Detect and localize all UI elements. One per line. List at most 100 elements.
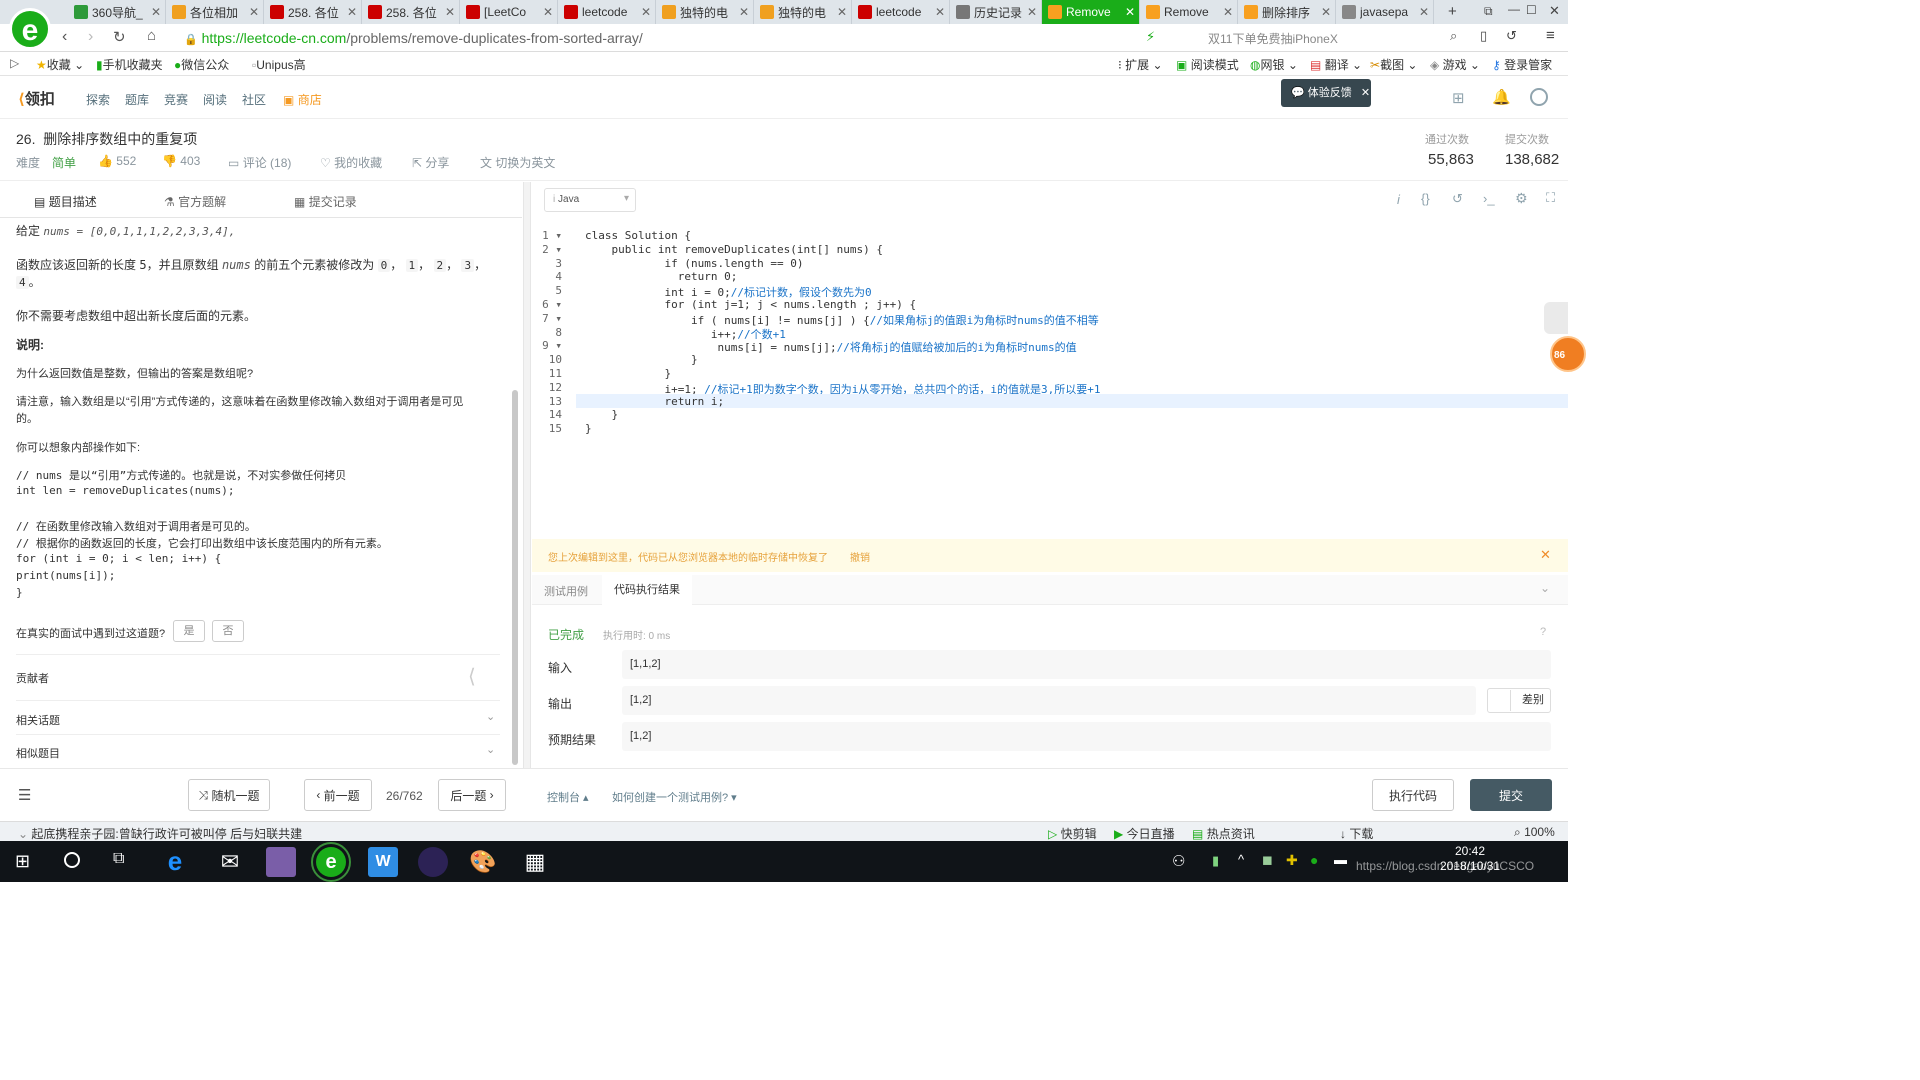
close-window-icon[interactable]: ✕ [1549, 3, 1560, 19]
tray-icon-3[interactable]: ● [1310, 852, 1318, 868]
status-quick-clip[interactable]: ▷ 快剪辑 [1048, 825, 1097, 842]
toolbar-screenshot[interactable]: ✂截图 ⌄ [1370, 56, 1417, 73]
task-view-icon[interactable]: ⧉ [113, 850, 124, 868]
mail-icon[interactable]: ✉ [215, 847, 245, 877]
tab-close-icon[interactable]: ✕ [933, 5, 947, 19]
prev-button[interactable]: ‹ 前一题 [304, 779, 372, 811]
nav-store[interactable]: ▣ 商店 [283, 91, 322, 108]
undo-link[interactable]: 撤销 [850, 549, 870, 564]
status-download[interactable]: ↓ 下载 [1340, 825, 1373, 842]
nav-explore[interactable]: 探索 [86, 91, 110, 108]
reload-icon[interactable]: ↻ [113, 28, 126, 46]
avatar-icon[interactable] [1530, 88, 1548, 106]
tab-close-icon[interactable]: ✕ [1417, 5, 1431, 19]
submit-button[interactable]: 提交 [1470, 779, 1552, 811]
browser-tab[interactable]: 历史记录 ✕ [950, 0, 1042, 24]
news-ticker[interactable]: ⌄ 起底携程亲子园:曾缺行政许可被叫停 后与妇联共建 [18, 825, 302, 842]
like-button[interactable]: 👍 552 [98, 154, 136, 168]
playground-icon[interactable]: ⊞ [1452, 89, 1465, 107]
code-line[interactable]: } [585, 422, 592, 435]
tab-description[interactable]: ▤ 题目描述 [34, 193, 97, 210]
browser-tab[interactable]: 360导航_ ✕ [68, 0, 166, 24]
restore-icon[interactable]: ⧉ [1484, 4, 1493, 19]
collapse-icon[interactable]: ⌄ [1540, 581, 1550, 595]
diff-toggle[interactable]: 差别 [1487, 688, 1551, 713]
panel-splitter[interactable] [523, 182, 531, 768]
console-toggle[interactable]: 控制台 ▴ [547, 789, 589, 805]
tray-icon-4[interactable]: ▬ [1334, 852, 1347, 867]
tab-close-icon[interactable]: ✕ [541, 5, 555, 19]
related-topics[interactable]: 相关话题 [16, 712, 60, 728]
tab-close-icon[interactable]: ✕ [1025, 5, 1039, 19]
tab-close-icon[interactable]: ✕ [1123, 5, 1137, 19]
yes-button[interactable]: 是 [173, 620, 205, 642]
nav-contest[interactable]: 竞赛 [164, 91, 188, 108]
paint-icon[interactable]: 🎨 [468, 847, 498, 877]
close-icon[interactable]: ✕ [1540, 547, 1551, 563]
browser-tab[interactable]: javasepa ✕ [1336, 0, 1434, 24]
maximize-icon[interactable]: ☐ [1526, 3, 1537, 17]
close-icon[interactable]: ✕ [1361, 87, 1370, 99]
fullscreen-icon[interactable]: ⛶ [1546, 190, 1555, 206]
browser-tab[interactable]: 独特的电 ✕ [754, 0, 852, 24]
browser-tab[interactable]: leetcode ✕ [852, 0, 950, 24]
status-zoom[interactable]: ⌕ 100% [1514, 825, 1555, 840]
browser-tab[interactable]: 258. 各位 ✕ [362, 0, 460, 24]
tray-icon-1[interactable]: ◼ [1262, 852, 1273, 868]
browser-tab[interactable]: Remove ✕ [1042, 0, 1140, 24]
person-icon[interactable]: ⚇ [1172, 852, 1185, 870]
url-field[interactable]: 🔒 https://leetcode-cn.com/problems/remov… [180, 27, 1140, 49]
toolbar-extensions[interactable]: ⁝ 扩展 ⌄ [1118, 56, 1163, 73]
toolbar-translate[interactable]: ▤ 翻译 ⌄ [1310, 56, 1362, 73]
next-button[interactable]: 后一题 › [438, 779, 506, 811]
lightning-icon[interactable]: ⚡ [1146, 29, 1155, 45]
browser-tab[interactable]: 独特的电 ✕ [656, 0, 754, 24]
video-editor-icon[interactable]: ▦ [520, 847, 550, 877]
side-widget[interactable] [1544, 302, 1568, 334]
code-editor[interactable]: 1 ▾ class Solution {2 ▾ public int remove… [532, 218, 1586, 536]
tab-close-icon[interactable]: ✕ [443, 5, 457, 19]
tab-close-icon[interactable]: ✕ [1319, 5, 1333, 19]
code-line[interactable]: return 0; [585, 270, 738, 283]
tab-testcase[interactable]: 测试用例 [544, 583, 588, 599]
tab-close-icon[interactable]: ✕ [149, 5, 163, 19]
toolbar-reading-mode[interactable]: ▣ 阅读模式 [1176, 56, 1239, 73]
tray-battery-icon[interactable]: ▮ [1212, 853, 1219, 869]
search-icon[interactable]: ⌕ [1450, 28, 1457, 44]
tab-close-icon[interactable]: ✕ [737, 5, 751, 19]
tab-close-icon[interactable]: ✕ [1221, 5, 1235, 19]
tray-icon-2[interactable]: ✚ [1286, 852, 1298, 869]
float-badge[interactable]: 86 [1550, 336, 1586, 372]
undo-icon[interactable]: ↺ [1506, 28, 1517, 44]
code-line[interactable]: if (nums.length == 0) [585, 257, 803, 270]
eclipse-icon[interactable] [418, 847, 448, 877]
back-icon[interactable]: ‹ [62, 28, 67, 46]
toolbar-games[interactable]: ◈ 游戏 ⌄ [1430, 56, 1480, 73]
ie-icon[interactable]: e [160, 847, 190, 877]
status-live[interactable]: ▶ 今日直播 [1114, 825, 1175, 842]
settings-icon[interactable]: ⚙ [1515, 190, 1528, 207]
help-icon[interactable]: ? [1540, 626, 1546, 638]
menu-icon[interactable]: ≡ [1546, 27, 1555, 44]
forward-icon[interactable]: › [88, 28, 93, 46]
reset-icon[interactable]: ↺ [1452, 191, 1463, 207]
code-line[interactable]: } [585, 408, 618, 421]
browser-tab[interactable]: Remove ✕ [1140, 0, 1238, 24]
browser-360-icon[interactable]: e [311, 842, 351, 882]
favorite-button[interactable]: ♡ 我的收藏 [320, 154, 382, 171]
status-hot-news[interactable]: ▤ 热点资讯 [1192, 825, 1255, 842]
code-line[interactable]: for (int j=1; j < nums.length ; j++) { [585, 298, 916, 311]
run-code-button[interactable]: 执行代码 [1372, 779, 1454, 811]
tray-chevron-icon[interactable]: ^ [1238, 852, 1244, 867]
bookmark-unipus[interactable]: ▫Unipus高 [252, 56, 306, 73]
similar-problems[interactable]: 相似题目 [16, 745, 60, 761]
share-button[interactable]: ⇱ 分享 [412, 154, 449, 171]
toolbar-login-manager[interactable]: ⚷ 登录管家 [1492, 56, 1552, 73]
bookmark-mobile[interactable]: ▮手机收藏夹 [96, 56, 163, 73]
wps-icon[interactable]: W [368, 847, 398, 877]
winrar-icon[interactable] [266, 847, 296, 877]
site-logo[interactable]: ⟨领扣 [18, 88, 55, 109]
braces-icon[interactable]: {} [1421, 191, 1430, 206]
tab-close-icon[interactable]: ✕ [345, 5, 359, 19]
tab-result[interactable]: 代码执行结果 [602, 575, 692, 605]
